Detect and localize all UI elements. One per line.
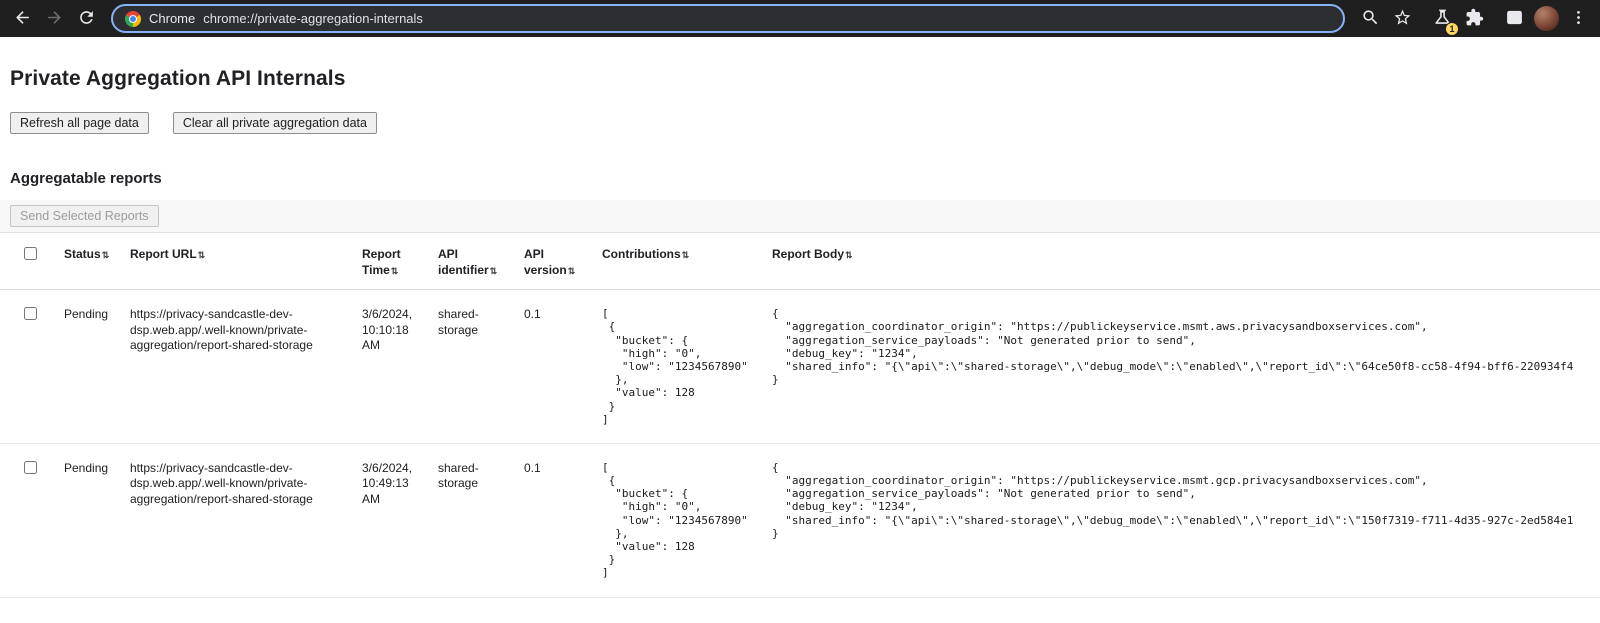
page-actions: Refresh all page data Clear all private … [10,112,1590,134]
kebab-icon [1569,8,1588,30]
extensions-button[interactable] [1459,4,1489,34]
report-time-cell: 3/6/2024, 10:49:13 AM [354,443,430,597]
sort-icon: ⇅ [391,266,399,276]
row-select-cell [0,290,56,444]
api-version-cell: 0.1 [516,290,594,444]
page-title: Private Aggregation API Internals [10,67,1590,91]
row-select-cell [0,443,56,597]
row-checkbox[interactable] [24,461,37,474]
reports-toolbar: Send Selected Reports [0,200,1600,233]
report-body-json: { "aggregation_coordinator_origin": "htt… [772,307,1592,386]
browser-toolbar: Chrome chrome://private-aggregation-inte… [0,0,1600,37]
side-panel-button[interactable] [1499,4,1529,34]
api-version-cell: 0.1 [516,443,594,597]
status-cell: Pending [56,443,122,597]
contributions-cell: [ { "bucket": { "high": "0", "low": "123… [594,290,764,444]
report-body-cell: { "aggregation_coordinator_origin": "htt… [764,443,1600,597]
table-row: Pending https://privacy-sandcastle-dev-d… [0,290,1600,444]
column-header-report-body[interactable]: Report Body⇅ [764,233,1600,290]
row-checkbox[interactable] [24,307,37,320]
send-selected-reports-button[interactable]: Send Selected Reports [10,205,159,227]
contributions-json: [ { "bucket": { "high": "0", "low": "123… [602,307,756,426]
forward-icon [45,8,64,30]
sort-icon: ⇅ [568,266,576,276]
sort-icon: ⇅ [682,250,690,260]
sort-icon: ⇅ [845,250,853,260]
report-url-cell: https://privacy-sandcastle-dev-dsp.web.a… [122,443,354,597]
contributions-json: [ { "bucket": { "high": "0", "low": "123… [602,461,756,580]
profile-button[interactable] [1531,4,1561,34]
sort-icon: ⇅ [490,266,498,276]
column-header-api-version[interactable]: API version⇅ [516,233,594,290]
select-all-cell [0,233,56,290]
experiments-button[interactable]: 1 [1427,4,1457,34]
column-header-status[interactable]: Status⇅ [56,233,122,290]
back-button[interactable] [7,4,37,34]
search-button[interactable] [1355,4,1385,34]
reports-table: Status⇅ Report URL⇅ Report Time⇅ API ide… [0,233,1600,598]
bookmark-button[interactable] [1387,4,1417,34]
forward-button[interactable] [39,4,69,34]
report-url-cell: https://privacy-sandcastle-dev-dsp.web.a… [122,290,354,444]
reload-icon [77,8,96,30]
sort-icon: ⇅ [198,250,206,260]
table-header-row: Status⇅ Report URL⇅ Report Time⇅ API ide… [0,233,1600,290]
reload-button[interactable] [71,4,101,34]
omnibox-url: chrome://private-aggregation-internals [203,11,423,26]
column-header-api-identifier[interactable]: API identifier⇅ [430,233,516,290]
report-time-cell: 3/6/2024, 10:10:18 AM [354,290,430,444]
clear-all-button[interactable]: Clear all private aggregation data [173,112,377,134]
column-header-report-url[interactable]: Report URL⇅ [122,233,354,290]
column-header-contributions[interactable]: Contributions⇅ [594,233,764,290]
column-header-report-time[interactable]: Report Time⇅ [354,233,430,290]
status-cell: Pending [56,290,122,444]
star-icon [1393,8,1412,30]
sort-icon: ⇅ [102,250,110,260]
table-row: Pending https://privacy-sandcastle-dev-d… [0,443,1600,597]
report-body-json: { "aggregation_coordinator_origin": "htt… [772,461,1592,540]
search-icon [1361,8,1380,30]
section-heading: Aggregatable reports [10,170,1590,187]
omnibox-site-chip: Chrome [149,11,195,26]
puzzle-icon [1465,8,1484,30]
report-body-cell: { "aggregation_coordinator_origin": "htt… [764,290,1600,444]
contributions-cell: [ { "bucket": { "high": "0", "low": "123… [594,443,764,597]
refresh-all-button[interactable]: Refresh all page data [10,112,149,134]
chrome-logo-icon [125,11,141,27]
menu-button[interactable] [1563,4,1593,34]
api-identifier-cell: shared-storage [430,290,516,444]
api-identifier-cell: shared-storage [430,443,516,597]
side-panel-icon [1505,8,1524,30]
select-all-checkbox[interactable] [24,247,37,260]
profile-avatar [1534,6,1559,31]
omnibox[interactable]: Chrome chrome://private-aggregation-inte… [111,4,1345,33]
notification-badge: 1 [1445,22,1459,36]
back-icon [13,8,32,30]
